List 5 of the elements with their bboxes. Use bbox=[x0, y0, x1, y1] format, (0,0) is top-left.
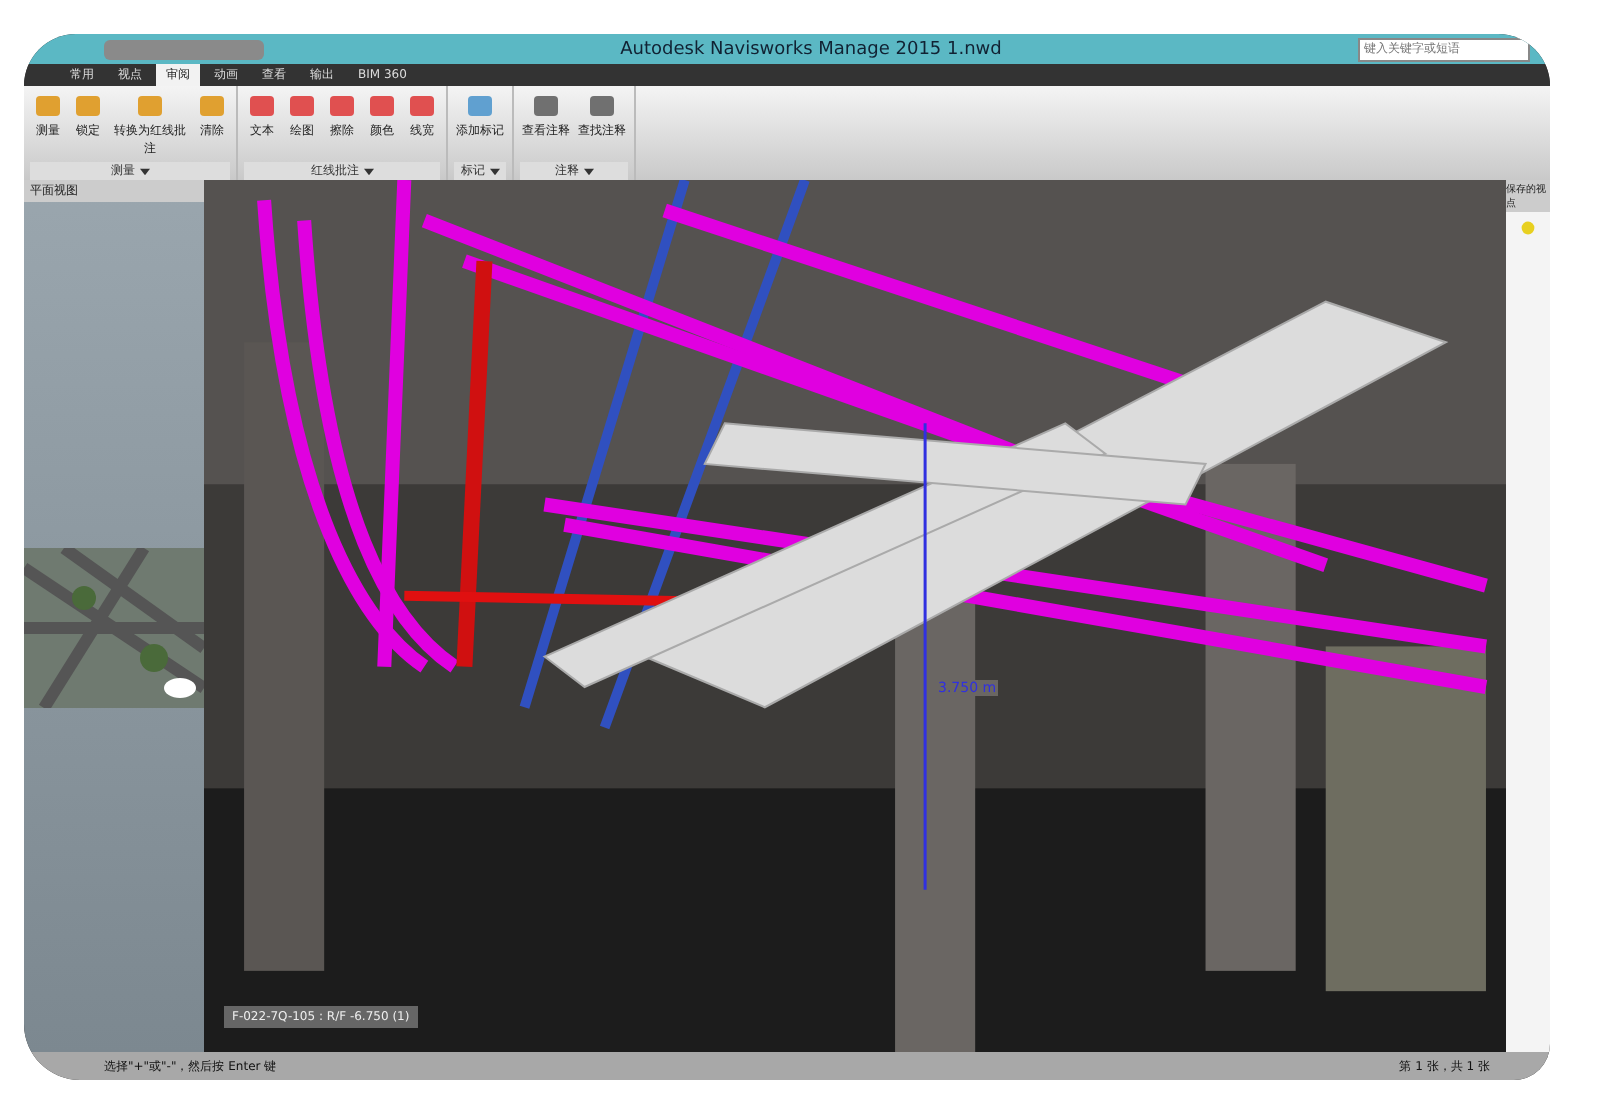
caret-icon[interactable] bbox=[139, 167, 149, 175]
caret-icon[interactable] bbox=[489, 167, 499, 175]
caret-icon[interactable] bbox=[363, 167, 373, 175]
caret-icon[interactable] bbox=[583, 167, 593, 175]
window-title: Autodesk Navisworks Manage 2015 1.nwd bbox=[618, 39, 1004, 59]
